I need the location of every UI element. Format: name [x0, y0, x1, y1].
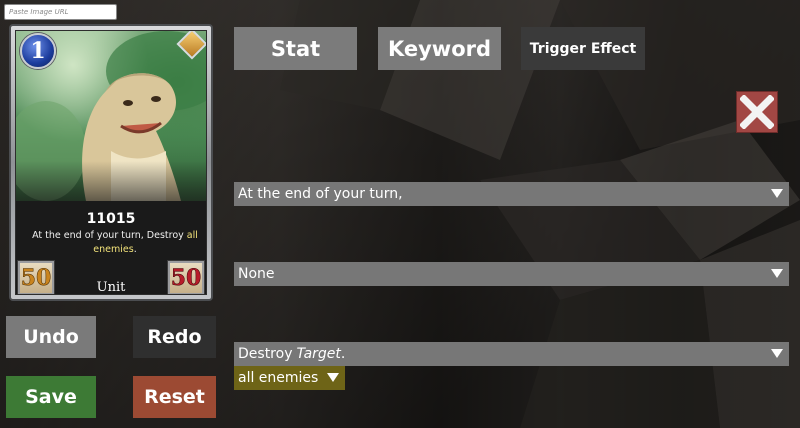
chevron-down-icon	[771, 349, 783, 358]
chevron-down-icon	[327, 373, 339, 382]
card-name: 11015	[86, 211, 136, 227]
tab-stat[interactable]: Stat	[234, 27, 357, 70]
undo-button[interactable]: Undo	[6, 316, 96, 358]
condition-dropdown[interactable]: None	[234, 262, 789, 286]
effect-action-prefix: Destroy	[238, 346, 293, 362]
reset-button[interactable]: Reset	[133, 376, 216, 418]
chevron-down-icon	[771, 269, 783, 278]
save-button[interactable]: Save	[6, 376, 96, 418]
card-text: At the end of your turn, Destroy all ene…	[30, 229, 200, 257]
image-url-input[interactable]	[4, 4, 117, 20]
mana-cost-value: 1	[30, 38, 46, 64]
trigger-timing-dropdown[interactable]: At the end of your turn,	[234, 182, 789, 206]
trigger-timing-value: At the end of your turn,	[238, 186, 403, 202]
tab-trigger-effect[interactable]: Trigger Effect	[521, 27, 645, 70]
card-type: Unit	[96, 280, 126, 295]
card-text-after: .	[133, 244, 137, 255]
chevron-down-icon	[771, 189, 783, 198]
card-text-before: At the end of your turn, Destroy	[32, 230, 187, 241]
close-icon	[740, 95, 774, 129]
effect-action-suffix: .	[340, 346, 346, 362]
tab-keyword[interactable]: Keyword	[378, 27, 501, 70]
effect-action-keyword: Target	[296, 346, 341, 362]
redo-button[interactable]: Redo	[133, 316, 216, 358]
close-button[interactable]	[736, 91, 778, 133]
target-select[interactable]: all enemies	[234, 366, 345, 390]
target-value: all enemies	[238, 370, 319, 386]
card-preview: 1 11015 At the end of your turn, Destroy…	[9, 24, 213, 301]
mana-cost-gem: 1	[20, 33, 56, 69]
effect-action-dropdown[interactable]: Destroy Target.	[234, 342, 789, 366]
card-frame: 1 11015 At the end of your turn, Destroy…	[15, 30, 207, 295]
condition-value: None	[238, 266, 275, 282]
